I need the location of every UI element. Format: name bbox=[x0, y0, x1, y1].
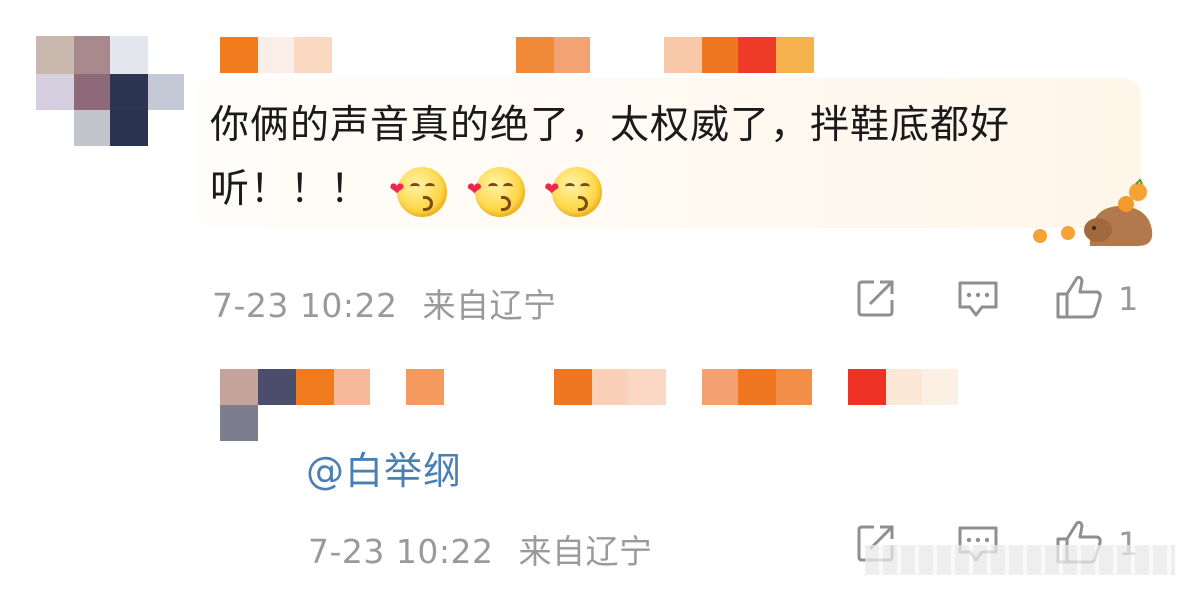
kissing-heart-emoji: ❤ bbox=[467, 166, 525, 217]
mention-link[interactable]: @白举纲 bbox=[306, 440, 462, 495]
like-count: 1 bbox=[1118, 280, 1139, 318]
capybara-sticker bbox=[1028, 178, 1158, 248]
reply-avatar[interactable] bbox=[220, 369, 296, 441]
comment-meta: 7-23 10:22 来自辽宁 bbox=[212, 279, 557, 327]
avatar[interactable] bbox=[36, 36, 186, 148]
location: 来自辽宁 bbox=[422, 286, 557, 325]
kissing-heart-emoji: ❤ bbox=[389, 166, 448, 217]
watermark bbox=[865, 545, 1175, 575]
like-icon[interactable] bbox=[1055, 274, 1103, 324]
reply-username[interactable] bbox=[296, 369, 966, 405]
reply-meta: 7-23 10:22 来自辽宁 bbox=[308, 525, 653, 573]
reply-location: 来自辽宁 bbox=[518, 532, 653, 571]
share-icon[interactable] bbox=[856, 278, 896, 322]
kissing-heart-emoji: ❤ bbox=[544, 166, 603, 217]
comment-body: 你俩的声音真的绝了，太权威了，拌鞋底都好听！！！ bbox=[210, 103, 1011, 212]
timestamp: 7-23 10:22 bbox=[212, 286, 398, 325]
comment-icon[interactable] bbox=[956, 279, 1000, 323]
comment-text: 你俩的声音真的绝了，太权威了，拌鞋底都好听！！！ ❤ ❤ ❤ bbox=[210, 94, 1130, 222]
username[interactable] bbox=[220, 37, 820, 73]
reply-timestamp: 7-23 10:22 bbox=[308, 532, 494, 571]
